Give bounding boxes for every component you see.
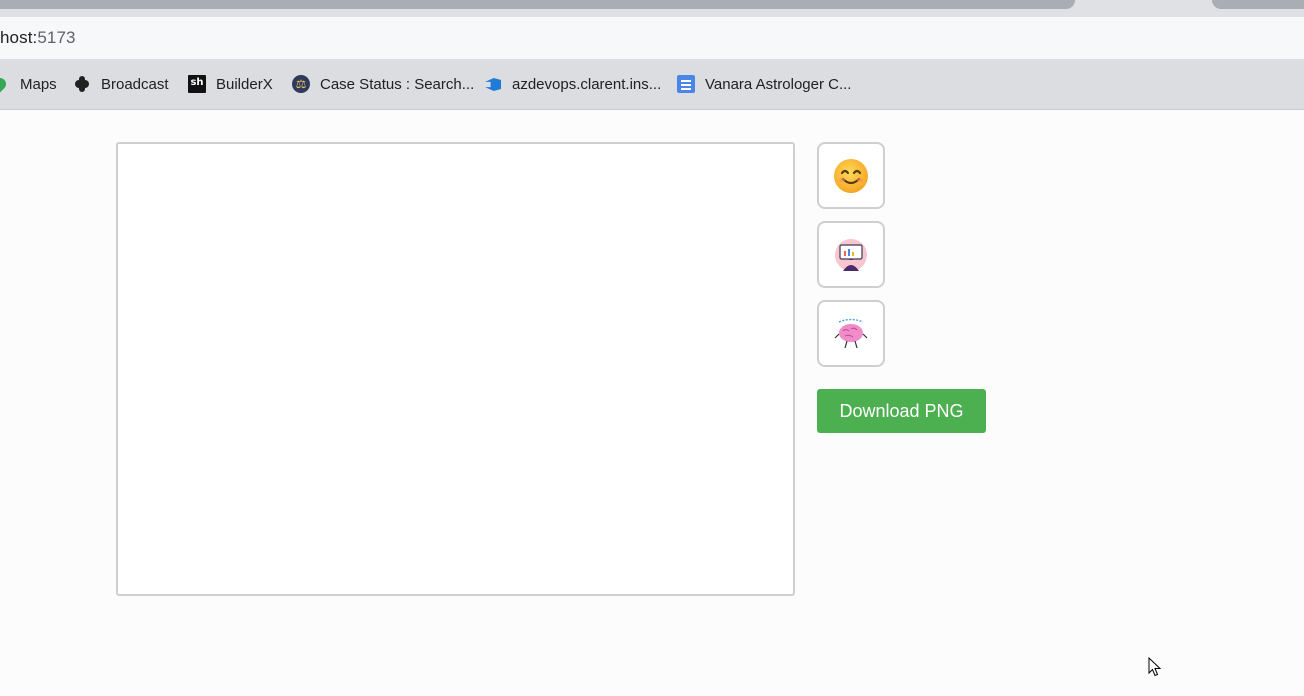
url-text[interactable]: host:5173 (0, 28, 76, 48)
azure-devops-icon (484, 75, 502, 93)
brain-character-icon (834, 318, 868, 348)
bookmark-broadcast[interactable]: Broadcast (73, 74, 169, 94)
smiley-face-icon (834, 158, 868, 193)
bookmark-azdevops[interactable]: azdevops.clarent.ins... (484, 74, 661, 94)
bookmark-builderx[interactable]: sh BuilderX (188, 74, 273, 94)
download-png-button[interactable]: Download PNG (817, 389, 986, 433)
google-docs-icon (677, 75, 695, 93)
bookmark-maps[interactable]: Maps (0, 74, 57, 94)
laptop-person-icon (835, 238, 867, 271)
bookmark-label: Vanara Astrologer C... (705, 75, 852, 93)
url-port: 5173 (37, 28, 76, 47)
sticker-button-smiley[interactable] (817, 142, 885, 209)
bookmark-label: Broadcast (101, 75, 169, 93)
mouse-cursor-icon (1148, 657, 1162, 677)
address-bar[interactable]: host:5173 (0, 17, 1304, 59)
bookmark-label: BuilderX (216, 75, 273, 93)
bookmark-label: Case Status : Search... (320, 75, 475, 93)
inactive-tab[interactable] (1212, 0, 1304, 9)
bookmark-vanara[interactable]: Vanara Astrologer C... (677, 74, 851, 94)
active-tab[interactable] (0, 0, 1075, 9)
tab-strip (0, 0, 1304, 17)
drawing-canvas[interactable] (116, 142, 795, 596)
bookmark-label: azdevops.clarent.ins... (512, 75, 662, 93)
url-host: host: (0, 28, 38, 47)
sticker-button-brain[interactable] (817, 300, 885, 367)
broadcast-icon (73, 75, 91, 93)
maps-pin-icon (0, 77, 10, 91)
bookmark-case-status[interactable]: ⚖ Case Status : Search... (292, 74, 474, 94)
bookmarks-bar: Maps Broadcast sh BuilderX ⚖ Case Status… (0, 59, 1304, 110)
sticker-panel (817, 142, 885, 379)
sh-logo-icon: sh (188, 75, 206, 93)
court-emblem-icon: ⚖ (292, 75, 310, 93)
bookmark-label: Maps (20, 75, 57, 93)
sticker-button-laptop-person[interactable] (817, 221, 885, 288)
